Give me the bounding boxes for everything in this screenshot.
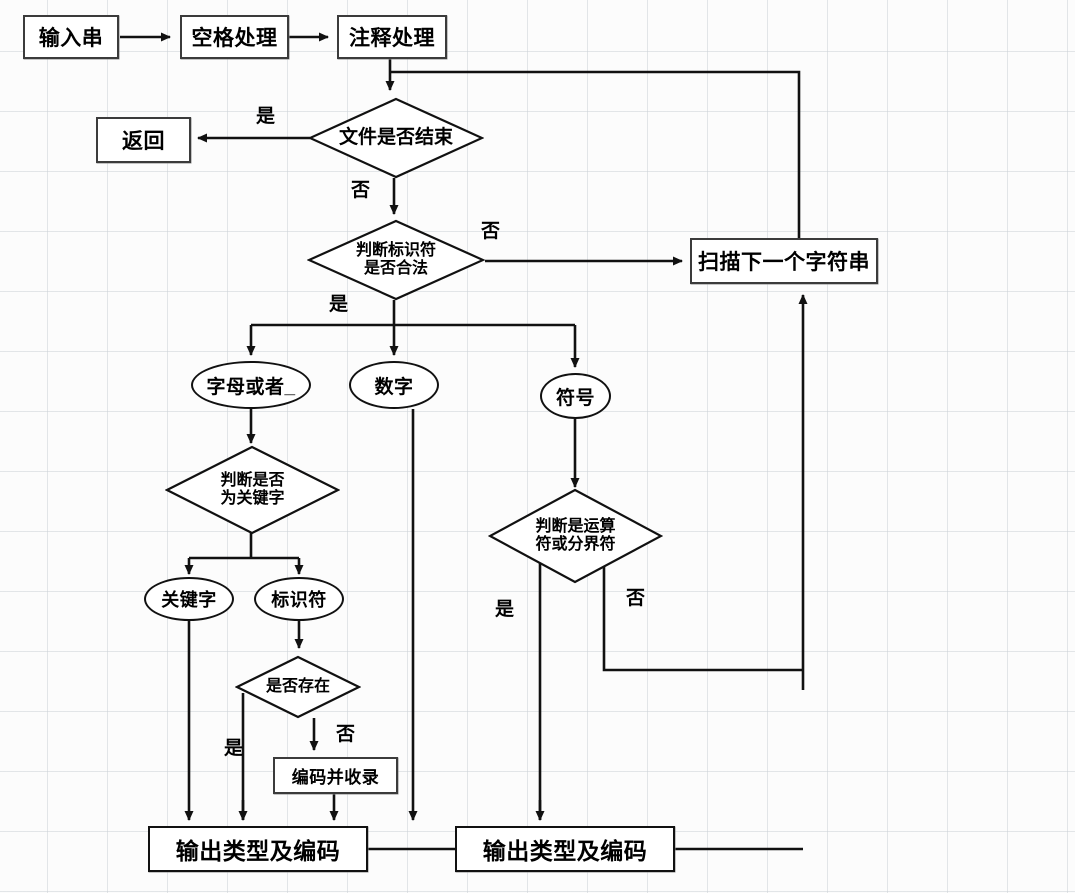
exists-check-shape [234, 655, 362, 719]
edge-label-file-end-no: 否 [351, 180, 371, 201]
node-space-process-label: 空格处理 [191, 27, 278, 50]
node-keyword-check[interactable]: 判断是否 为关键字 [164, 445, 341, 535]
flowchart-canvas: 返回 --> 判断标识符 --> 扫描下一个字符串 --> fan-out bu… [0, 0, 1075, 893]
node-comment-process-label: 注释处理 [349, 27, 435, 50]
ident-legal-check-shape [306, 219, 486, 301]
node-letter-or-underscore[interactable]: 字母或者_ [191, 361, 311, 409]
edge-label-operator-yes: 是 [495, 599, 515, 620]
node-output-type-code-right[interactable]: 输出类型及编码 [455, 826, 675, 872]
node-symbol[interactable]: 符号 [540, 373, 611, 419]
edge-label-exists-yes: 是 [224, 738, 244, 759]
edge-label-ident-yes: 是 [329, 294, 349, 315]
operator-check-shape [487, 488, 664, 584]
node-letter-or-underscore-label: 字母或者_ [206, 376, 296, 398]
keyword-check-shape [164, 445, 341, 535]
node-return[interactable]: 返回 [96, 117, 191, 163]
node-file-end-check[interactable]: 文件是否结束 [307, 97, 485, 179]
edge-label-file-end-yes: 是 [256, 106, 276, 127]
node-output-type-code-left-label: 输出类型及编码 [175, 838, 341, 864]
node-keyword[interactable]: 关键字 [144, 577, 234, 621]
node-operator-check[interactable]: 判断是运算 符或分界符 [487, 488, 664, 584]
node-ident-legal-check[interactable]: 判断标识符 是否合法 [306, 219, 486, 301]
node-input-string-label: 输入串 [38, 27, 104, 50]
node-digit-label: 数字 [374, 376, 414, 398]
node-digit[interactable]: 数字 [349, 361, 439, 409]
node-keyword-label: 关键字 [161, 590, 217, 610]
file-end-check-shape [307, 97, 485, 179]
node-scan-next-token-label: 扫描下一个字符串 [698, 251, 870, 274]
node-exists-check[interactable]: 是否存在 [234, 655, 362, 719]
node-encode-and-record[interactable]: 编码并收录 [273, 757, 398, 794]
node-input-string[interactable]: 输入串 [23, 15, 119, 59]
node-identifier-label: 标识符 [271, 590, 327, 610]
node-encode-and-record-label: 编码并收录 [291, 768, 380, 787]
node-comment-process[interactable]: 注释处理 [337, 15, 447, 59]
edge-label-ident-no: 否 [481, 221, 501, 242]
node-output-type-code-left[interactable]: 输出类型及编码 [148, 826, 368, 872]
node-return-label: 返回 [122, 130, 165, 153]
node-identifier[interactable]: 标识符 [254, 577, 344, 621]
edge-label-exists-no: 否 [336, 724, 356, 745]
edge-label-operator-no: 否 [626, 588, 646, 609]
node-output-type-code-right-label: 输出类型及编码 [482, 838, 648, 864]
node-scan-next-token[interactable]: 扫描下一个字符串 [690, 238, 878, 284]
node-symbol-label: 符号 [555, 387, 595, 409]
node-space-process[interactable]: 空格处理 [180, 15, 289, 59]
